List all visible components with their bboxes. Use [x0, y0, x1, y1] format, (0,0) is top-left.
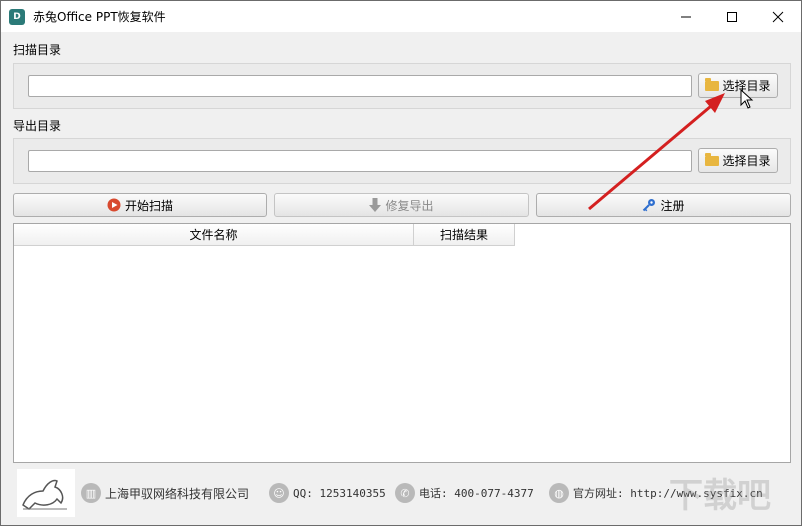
maximize-button[interactable]	[709, 1, 755, 32]
start-scan-button[interactable]: 开始扫描	[13, 193, 267, 217]
repair-export-label: 修复导出	[385, 198, 434, 213]
results-table[interactable]: 文件名称 扫描结果	[13, 223, 791, 463]
qq-number: QQ: 1253140355	[293, 486, 386, 500]
scan-dir-label: 扫描目录	[13, 43, 62, 57]
start-scan-label: 开始扫描	[124, 198, 173, 213]
footer-phone: ✆ 电话: 400-077-4377	[395, 483, 534, 503]
close-button[interactable]	[755, 1, 801, 32]
app-icon: D	[9, 8, 25, 25]
svg-text:下载吧: 下载吧	[669, 476, 771, 516]
horse-logo-icon	[22, 479, 67, 510]
table-header: 文件名称 扫描结果	[14, 224, 515, 246]
minimize-icon	[681, 16, 691, 17]
footer-company: ▥ 上海甲驭网络科技有限公司	[81, 483, 249, 503]
mouse-cursor-icon	[740, 89, 754, 109]
maximize-icon	[727, 11, 737, 22]
window-title: 赤兔Office PPT恢复软件	[33, 10, 166, 24]
minimize-button[interactable]	[663, 1, 709, 32]
close-icon	[772, 11, 784, 22]
app-window: D 赤兔Office PPT恢复软件 扫描目录 选择目录 导出目录 选择目录 开…	[0, 0, 802, 526]
annotation-arrow	[588, 93, 725, 211]
phone-icon: ✆	[395, 483, 415, 503]
play-icon	[107, 198, 121, 212]
company-name: 上海甲驭网络科技有限公司	[105, 486, 250, 501]
column-header-scan-result[interactable]: 扫描结果	[414, 224, 515, 246]
column-header-filename[interactable]: 文件名称	[14, 224, 414, 246]
globe-icon: ◍	[549, 483, 569, 503]
watermark: 下载吧	[669, 476, 771, 516]
footer-qq: ☺ QQ: 1253140355	[269, 483, 386, 503]
title-bar: D 赤兔Office PPT恢复软件	[1, 1, 801, 32]
building-icon: ▥	[81, 483, 101, 503]
repair-export-button[interactable]: 修复导出	[274, 193, 529, 217]
download-arrow-icon	[369, 198, 382, 212]
phone-number: 电话: 400-077-4377	[419, 487, 534, 500]
export-dir-label: 导出目录	[13, 119, 62, 133]
qq-penguin-icon: ☺	[269, 483, 289, 503]
company-logo	[17, 469, 75, 517]
